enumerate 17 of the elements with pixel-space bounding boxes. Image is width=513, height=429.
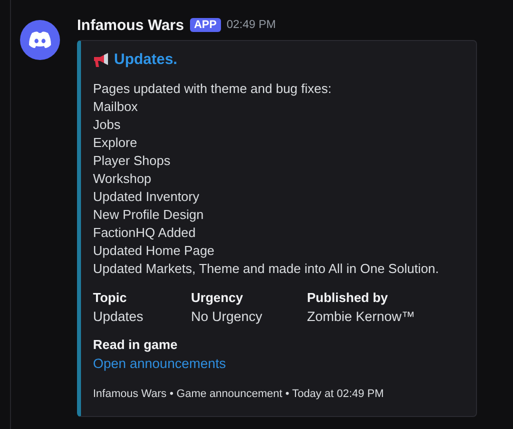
- field-name: Published by: [307, 289, 389, 307]
- announcements-link[interactable]: Open announcements: [93, 354, 226, 374]
- field-name: Urgency: [191, 289, 244, 307]
- embed-footer: Infamous Wars • Game announcement • Today at 02:49 PM: [93, 388, 464, 400]
- field-name: Read in game: [93, 336, 178, 354]
- field-name: Topic: [93, 289, 128, 307]
- field-value: Updates: [93, 308, 144, 326]
- timestamp: 02:49 PM: [226, 19, 276, 31]
- embed-description: Pages updated with theme and bug fixes: Mailbox Jobs Explore Player Shops Workshop Updated Inventory New Profile Design FactionHQ Added Updated Home Page Updated Markets, Theme and made into All in One Solution.: [93, 80, 440, 278]
- game-controller-icon: [28, 31, 52, 49]
- field-value: Zombie Kernow™: [307, 308, 416, 326]
- megaphone-icon: [93, 52, 111, 68]
- field-value: No Urgency: [191, 308, 264, 326]
- author-name[interactable]: Infamous Wars: [77, 16, 184, 34]
- embed-title: Updates.: [114, 51, 178, 68]
- app-avatar[interactable]: [20, 20, 60, 60]
- app-tag: APP: [190, 18, 221, 32]
